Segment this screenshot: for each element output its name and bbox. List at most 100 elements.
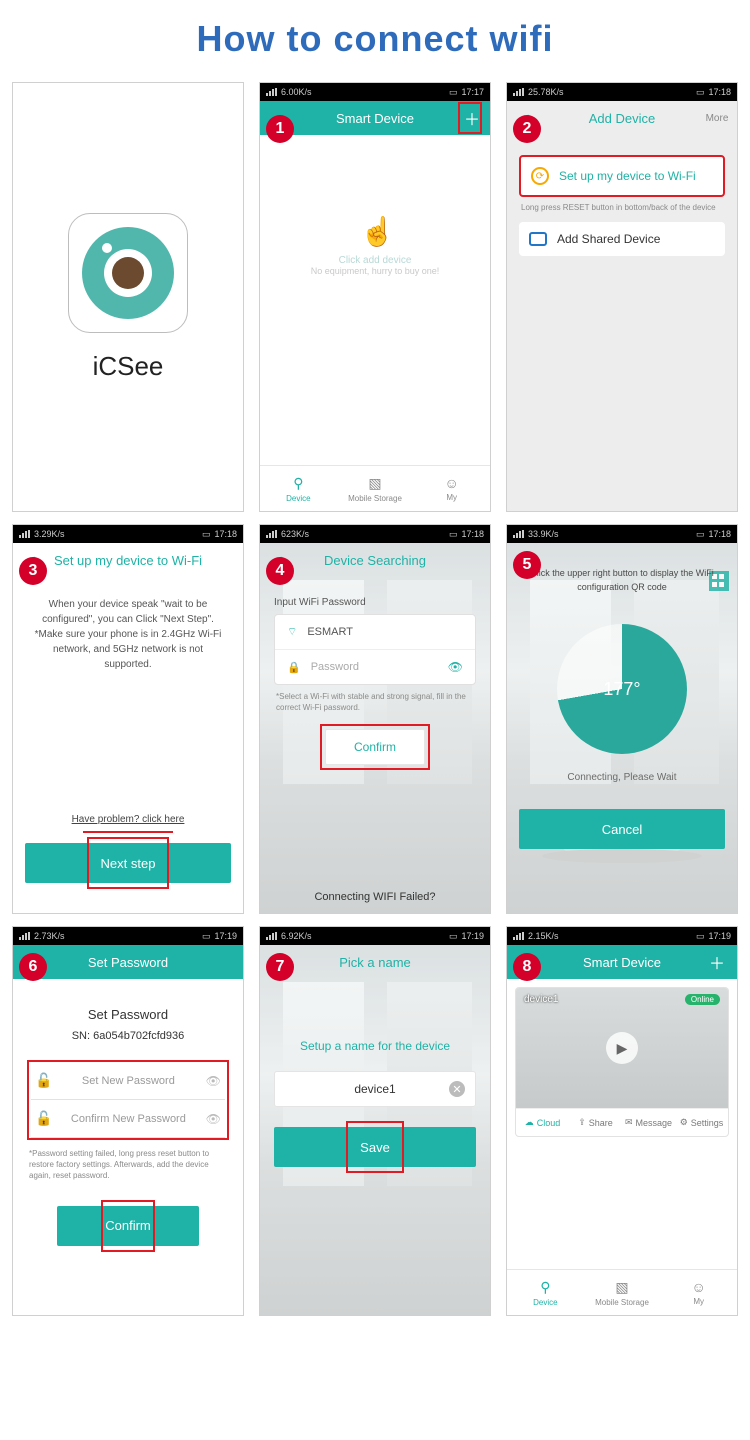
- tab-mobile-storage[interactable]: ▧Mobile Storage: [337, 466, 414, 511]
- have-problem-link[interactable]: Have problem? click here: [13, 814, 243, 825]
- option-setup-wifi-hint: Long press RESET button in bottom/back o…: [521, 203, 723, 212]
- app-header: ‹ Set up my device to Wi-Fi: [13, 543, 243, 577]
- keyboard-icon: [529, 232, 547, 246]
- device-name-value: device1: [354, 1082, 395, 1096]
- app-header: ‹ Add Device More: [507, 101, 737, 135]
- user-icon: ☺: [692, 1279, 706, 1295]
- device-name-input[interactable]: device1 ✕: [274, 1071, 476, 1107]
- lock-icon: 🔓: [35, 1110, 51, 1127]
- header-title: Smart Device: [539, 955, 705, 970]
- screen-setup-wifi-intro: 3 3.29K/s▭17:18 ‹ Set up my device to Wi…: [12, 524, 244, 914]
- confirm-password-input[interactable]: 🔓 Confirm New Password 👁: [31, 1100, 225, 1138]
- image-icon: ▧: [615, 1279, 628, 1296]
- option-setup-wifi-label: Set up my device to Wi-Fi: [559, 169, 696, 183]
- lock-icon: 🔓: [35, 1072, 51, 1089]
- tap-hand-icon: ☝: [360, 215, 390, 249]
- progress-value: 177°: [565, 632, 679, 746]
- add-device-button[interactable]: ＋: [458, 102, 482, 134]
- gear-icon: ⚙: [680, 1117, 688, 1128]
- share-icon: ⇪: [578, 1117, 586, 1128]
- tab-device[interactable]: ⚲Device: [507, 1270, 584, 1315]
- message-icon: ✉: [625, 1117, 633, 1128]
- confirm-password-placeholder: Confirm New Password: [61, 1113, 196, 1125]
- action-settings[interactable]: ⚙Settings: [675, 1109, 728, 1136]
- app-header: Smart Device ＋: [507, 945, 737, 979]
- qr-tip-text: Click the upper right button to display …: [525, 567, 719, 594]
- tab-my[interactable]: ☺My: [413, 466, 490, 511]
- lock-icon: 🔒: [287, 661, 301, 674]
- step-badge-6: 6: [19, 953, 47, 981]
- setup-instructions-text: When your device speak "wait to be confi…: [13, 577, 243, 672]
- next-step-button[interactable]: Next step: [25, 843, 231, 883]
- password-note: *Password setting failed, long press res…: [29, 1148, 227, 1182]
- tab-bar: ⚲Device ▧Mobile Storage ☺My: [260, 465, 490, 511]
- device-card[interactable]: device1 Online ▶ ☁Cloud ⇪Share ✉Message …: [515, 987, 729, 1137]
- screen-pick-name: 7 6.92K/s▭17:19 ‹ Pick a name Setup a na…: [259, 926, 491, 1316]
- eye-icon[interactable]: 👁: [206, 1112, 221, 1126]
- pin-icon: ⚲: [540, 1279, 550, 1296]
- screen-device-searching: 4 623K/s▭17:18 ‹ Device Searching Input …: [259, 524, 491, 914]
- connecting-failed-link[interactable]: Connecting WIFI Failed?: [260, 891, 490, 903]
- cancel-button[interactable]: Cancel: [519, 809, 725, 849]
- header-title: Pick a name: [292, 955, 458, 970]
- wifi-password-placeholder: Password: [311, 661, 359, 673]
- new-password-input[interactable]: 🔓 Set New Password 👁: [31, 1062, 225, 1100]
- connecting-text: Connecting, Please Wait: [507, 772, 737, 783]
- wifi-setup-icon: ⟳: [531, 167, 549, 185]
- signal-icon: [266, 88, 277, 96]
- header-title: Smart Device: [292, 111, 458, 126]
- app-header: Smart Device ＋: [260, 101, 490, 135]
- save-button[interactable]: Save: [274, 1127, 476, 1167]
- step-badge-5: 5: [513, 551, 541, 579]
- icsee-app-icon: [68, 213, 188, 333]
- click-add-label: Click add device: [260, 255, 490, 266]
- cloud-icon: ☁: [525, 1117, 534, 1128]
- more-button[interactable]: More: [705, 113, 729, 124]
- instruction-grid: iCSee 1 6.00K/s ▭17:17 Smart Device ＋ ☝: [12, 82, 738, 1316]
- step-badge-1: 1: [266, 115, 294, 143]
- input-wifi-label: Input WiFi Password: [274, 597, 476, 608]
- action-message[interactable]: ✉Message: [622, 1109, 675, 1136]
- no-equipment-label: No equipment, hurry to buy one!: [260, 266, 490, 276]
- add-device-button[interactable]: ＋: [705, 950, 729, 974]
- screen-connecting: 5 33.9K/s▭17:18 Click the upper right bu…: [506, 524, 738, 914]
- status-bar: 6.00K/s ▭17:17: [260, 83, 490, 101]
- header-title: Set up my device to Wi-Fi: [45, 553, 211, 568]
- device-name-label: device1: [524, 994, 558, 1005]
- step-badge-7: 7: [266, 953, 294, 981]
- confirm-button[interactable]: Confirm: [57, 1206, 199, 1246]
- step-badge-2: 2: [513, 115, 541, 143]
- tab-mobile-storage[interactable]: ▧Mobile Storage: [584, 1270, 661, 1315]
- wifi-password-row[interactable]: 🔒 Password 👁: [275, 650, 475, 684]
- eye-icon[interactable]: 👁: [206, 1074, 221, 1088]
- page-title: How to connect wifi: [12, 18, 738, 60]
- action-cloud[interactable]: ☁Cloud: [516, 1109, 569, 1136]
- net-speed: 6.00K/s: [281, 87, 312, 97]
- header-title: Set Password: [45, 955, 211, 970]
- screen-device-list: 8 2.15K/s▭17:19 Smart Device ＋ device1 O…: [506, 926, 738, 1316]
- action-share[interactable]: ⇪Share: [569, 1109, 622, 1136]
- tab-my[interactable]: ☺My: [660, 1270, 737, 1315]
- app-header: ‹ Set Password: [13, 945, 243, 979]
- new-password-placeholder: Set New Password: [61, 1075, 196, 1087]
- user-icon: ☺: [445, 475, 459, 491]
- eye-icon[interactable]: 👁: [448, 660, 463, 674]
- wifi-ssid-value: ESMART: [307, 626, 353, 638]
- confirm-button[interactable]: Confirm: [325, 729, 425, 765]
- step-badge-3: 3: [19, 557, 47, 585]
- clear-icon[interactable]: ✕: [449, 1081, 465, 1097]
- option-add-shared-label: Add Shared Device: [557, 232, 660, 246]
- online-badge: Online: [685, 994, 720, 1005]
- option-setup-wifi[interactable]: ⟳ Set up my device to Wi-Fi: [519, 155, 725, 197]
- device-preview[interactable]: device1 Online ▶: [516, 988, 728, 1108]
- tab-bar: ⚲Device ▧Mobile Storage ☺My: [507, 1269, 737, 1315]
- step-badge-4: 4: [266, 557, 294, 585]
- header-title: Device Searching: [292, 553, 458, 568]
- option-add-shared[interactable]: Add Shared Device: [519, 222, 725, 256]
- tab-device[interactable]: ⚲Device: [260, 466, 337, 511]
- play-icon[interactable]: ▶: [606, 1032, 638, 1064]
- icsee-app-name: iCSee: [93, 351, 164, 382]
- set-password-heading: Set Password: [27, 1007, 229, 1022]
- screen-smart-device: 1 6.00K/s ▭17:17 Smart Device ＋ ☝ Click …: [259, 82, 491, 512]
- wifi-ssid-row[interactable]: ⌔ ESMART: [275, 615, 475, 650]
